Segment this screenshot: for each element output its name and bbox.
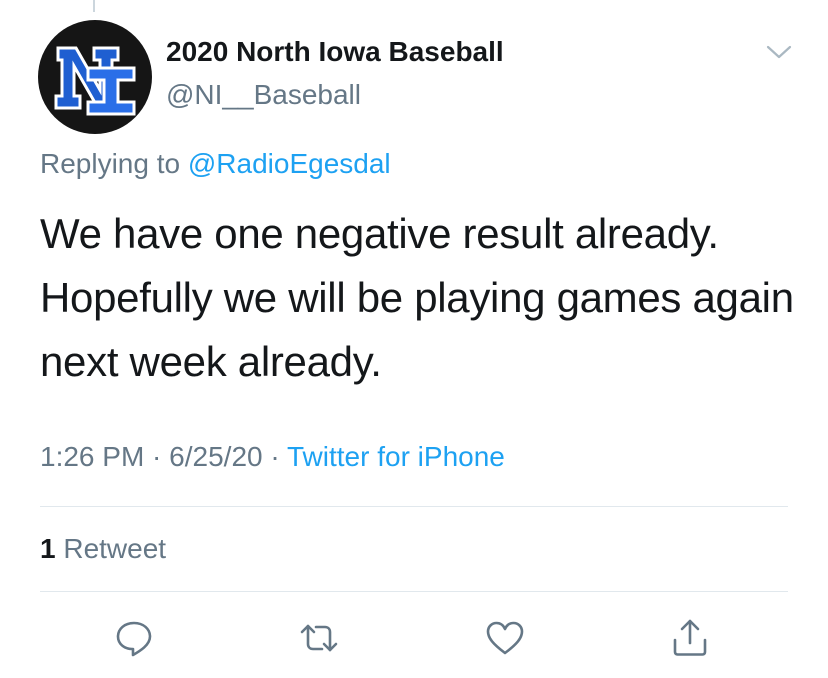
- tweet-date: 6/25/20: [169, 441, 263, 472]
- tweet-source-link[interactable]: Twitter for iPhone: [287, 441, 505, 472]
- divider: [40, 591, 788, 592]
- tweet-time: 1:26 PM: [40, 441, 145, 472]
- like-button[interactable]: [483, 616, 527, 660]
- reply-button[interactable]: [112, 616, 156, 660]
- thread-connector-line: [93, 0, 95, 12]
- avatar[interactable]: [38, 20, 152, 134]
- heart-icon: [486, 621, 524, 655]
- meta-separator: ·: [262, 441, 287, 472]
- author-handle[interactable]: @NI__Baseball: [166, 79, 361, 111]
- replying-to-prefix: Replying to: [40, 148, 188, 179]
- share-button[interactable]: [668, 616, 712, 660]
- tweet-body-text: We have one negative result already. Hop…: [40, 210, 794, 385]
- replying-to-line: Replying to @RadioEgesdal: [40, 148, 391, 180]
- share-icon: [673, 619, 707, 656]
- tweet-metadata: 1:26 PM · 6/25/20 · Twitter for iPhone: [40, 441, 505, 473]
- divider: [40, 506, 788, 507]
- reply-icon: [116, 621, 152, 657]
- replying-to-mention-link[interactable]: @RadioEgesdal: [188, 148, 391, 179]
- north-iowa-logo-icon: [54, 46, 136, 116]
- author-display-name[interactable]: 2020 North Iowa Baseball: [166, 36, 504, 68]
- retweet-label: Retweet: [55, 533, 167, 564]
- chevron-down-icon[interactable]: [764, 40, 794, 64]
- retweet-stats-link[interactable]: 1 Retweet: [40, 533, 166, 565]
- retweet-button[interactable]: [297, 616, 341, 660]
- retweet-count: 1: [40, 533, 56, 564]
- meta-separator: ·: [144, 441, 170, 472]
- retweet-icon: [300, 624, 338, 652]
